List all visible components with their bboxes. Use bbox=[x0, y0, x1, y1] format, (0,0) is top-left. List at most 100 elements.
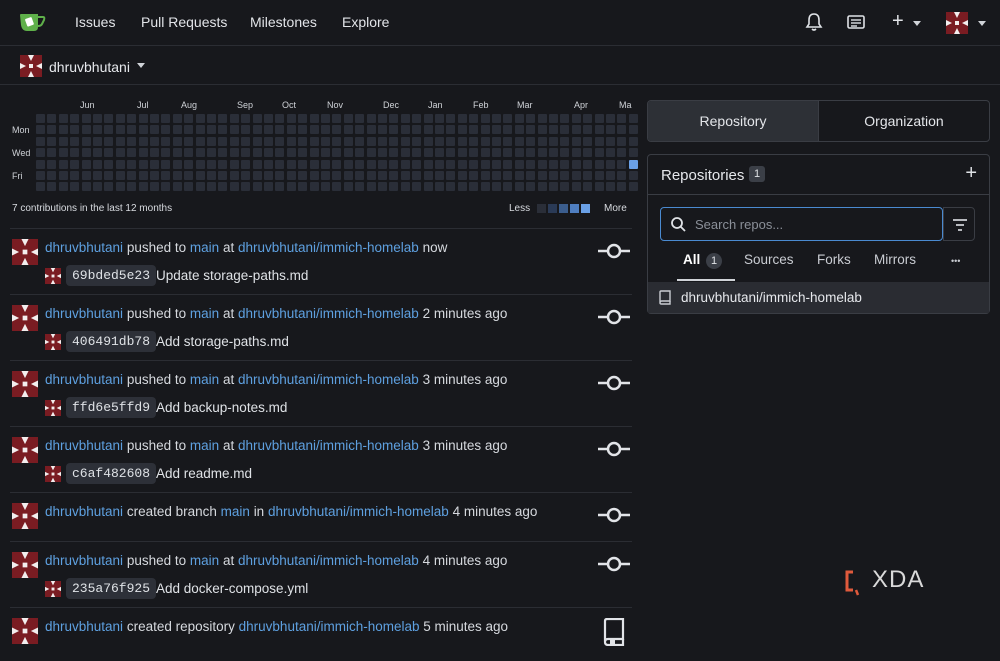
heatmap-cell bbox=[343, 171, 353, 180]
feed-repo-link[interactable]: dhruvbhutani/immich-homelab bbox=[238, 553, 419, 568]
legend-less: Less bbox=[509, 203, 531, 214]
user-avatar[interactable] bbox=[946, 12, 968, 34]
feed-avatar[interactable] bbox=[12, 618, 38, 644]
heatmap-cell bbox=[400, 148, 410, 158]
commit-sha[interactable]: 235a76f925 bbox=[66, 578, 157, 599]
heatmap-cell bbox=[412, 148, 422, 158]
filter-tab-forks[interactable]: Forks bbox=[817, 252, 851, 267]
heatmap-cell bbox=[161, 148, 171, 158]
feed-repo-link[interactable]: dhruvbhutani/immich-homelab bbox=[238, 372, 419, 387]
heatmap-cell bbox=[492, 182, 501, 192]
heatmap-cell bbox=[571, 136, 581, 146]
heatmap-cell bbox=[343, 159, 353, 169]
commit-sha[interactable]: 406491db78 bbox=[66, 331, 157, 352]
chevron-down-icon[interactable] bbox=[978, 21, 986, 26]
feed-user-link[interactable]: dhruvbhutani bbox=[45, 372, 123, 387]
feed-repo-link[interactable]: dhruvbhutani/immich-homelab bbox=[238, 438, 419, 453]
heatmap-cell bbox=[389, 148, 399, 158]
create-menu-button[interactable]: + bbox=[892, 10, 904, 33]
notes-icon[interactable] bbox=[845, 11, 867, 33]
heatmap-cell bbox=[435, 114, 444, 123]
commit-sha[interactable]: c6af482608 bbox=[66, 463, 157, 484]
heatmap-cell bbox=[309, 182, 319, 192]
tab-repository[interactable]: Repository bbox=[648, 101, 818, 141]
repo-search-input[interactable] bbox=[693, 216, 937, 233]
feed-repo-link[interactable]: dhruvbhutani/immich-homelab bbox=[239, 619, 420, 634]
heatmap-cell bbox=[446, 114, 456, 123]
chevron-down-icon[interactable] bbox=[137, 63, 145, 68]
feed-prep: in bbox=[253, 504, 265, 519]
feed-repo-link[interactable]: dhruvbhutani/immich-homelab bbox=[238, 306, 419, 321]
gitea-logo-icon[interactable] bbox=[18, 9, 46, 35]
heatmap-cell bbox=[492, 125, 501, 135]
commit-avatar bbox=[45, 581, 61, 597]
chevron-down-icon[interactable] bbox=[913, 21, 921, 26]
heatmap-cell bbox=[514, 159, 524, 169]
commit-sha[interactable]: 69bded5e23 bbox=[66, 265, 157, 286]
heatmap-cell bbox=[503, 148, 513, 158]
repo-list-item[interactable]: dhruvbhutani/immich-homelab bbox=[648, 282, 989, 313]
heatmap-cell bbox=[435, 136, 444, 146]
heatmap-cell bbox=[275, 171, 285, 180]
heatmap-cell bbox=[81, 148, 91, 158]
heatmap-cell bbox=[594, 114, 604, 123]
commit-avatar bbox=[45, 334, 61, 350]
add-repository-button[interactable]: + bbox=[965, 162, 977, 185]
heatmap-cell bbox=[81, 159, 91, 169]
feed-user-link[interactable]: dhruvbhutani bbox=[45, 438, 123, 453]
feed-branch-link[interactable]: main bbox=[221, 504, 250, 519]
nav-issues[interactable]: Issues bbox=[75, 14, 115, 30]
heatmap-cell bbox=[366, 114, 376, 123]
commit-sha[interactable]: ffd6e5ffd9 bbox=[66, 397, 157, 418]
heatmap-cell bbox=[435, 148, 444, 158]
filter-tab-all[interactable]: All bbox=[683, 252, 700, 267]
feed-repo-link[interactable]: dhruvbhutani/immich-homelab bbox=[238, 240, 419, 255]
bell-icon[interactable] bbox=[803, 11, 825, 33]
heatmap-cell bbox=[138, 136, 148, 146]
context-user-switcher[interactable]: dhruvbhutani bbox=[49, 59, 130, 75]
heatmap-cell bbox=[104, 171, 114, 180]
feed-user-link[interactable]: dhruvbhutani bbox=[45, 306, 123, 321]
feed-user-link[interactable]: dhruvbhutani bbox=[45, 240, 123, 255]
feed-avatar[interactable] bbox=[12, 305, 38, 331]
nav-explore[interactable]: Explore bbox=[342, 14, 389, 30]
heatmap-cell bbox=[446, 182, 456, 192]
feed-branch-link[interactable]: main bbox=[190, 306, 219, 321]
feed-user-link[interactable]: dhruvbhutani bbox=[45, 504, 123, 519]
feed-branch-link[interactable]: main bbox=[190, 553, 219, 568]
heatmap-cell bbox=[617, 159, 627, 169]
feed-avatar[interactable] bbox=[12, 437, 38, 463]
feed-avatar[interactable] bbox=[12, 371, 38, 397]
heatmap-cell bbox=[207, 136, 216, 146]
feed-user-link[interactable]: dhruvbhutani bbox=[45, 553, 123, 568]
tab-organization[interactable]: Organization bbox=[819, 101, 989, 141]
feed-branch-link[interactable]: main bbox=[190, 438, 219, 453]
filter-tab-sources[interactable]: Sources bbox=[744, 252, 794, 267]
more-options-icon[interactable]: ••• bbox=[951, 256, 960, 266]
heatmap-cell bbox=[298, 171, 308, 180]
feed-branch-link[interactable]: main bbox=[190, 372, 219, 387]
heatmap-cell bbox=[207, 171, 216, 180]
feed-branch-link[interactable]: main bbox=[190, 240, 219, 255]
filter-tab-mirrors[interactable]: Mirrors bbox=[874, 252, 916, 267]
feed-user-link[interactable]: dhruvbhutani bbox=[45, 619, 123, 634]
heatmap-cell bbox=[423, 159, 433, 169]
nav-pull-requests[interactable]: Pull Requests bbox=[141, 14, 227, 30]
heatmap-cell bbox=[127, 136, 137, 146]
heatmap-cell bbox=[526, 114, 536, 123]
feed-avatar[interactable] bbox=[12, 239, 38, 265]
feed-action: pushed to bbox=[126, 372, 187, 387]
filter-button[interactable] bbox=[943, 207, 975, 241]
repo-link[interactable]: dhruvbhutani/immich-homelab bbox=[681, 290, 862, 305]
heatmap-cell bbox=[583, 114, 593, 123]
heatmap-cell bbox=[560, 148, 570, 158]
heatmap-cell bbox=[606, 182, 615, 192]
heatmap-cell bbox=[606, 125, 615, 135]
feed-avatar[interactable] bbox=[12, 552, 38, 578]
feed-repo-link[interactable]: dhruvbhutani/immich-homelab bbox=[268, 504, 449, 519]
heatmap-cell bbox=[172, 148, 182, 158]
heatmap-cell bbox=[480, 182, 490, 192]
feed-avatar[interactable] bbox=[12, 503, 38, 529]
feed-action: pushed to bbox=[126, 240, 187, 255]
nav-milestones[interactable]: Milestones bbox=[250, 14, 317, 30]
